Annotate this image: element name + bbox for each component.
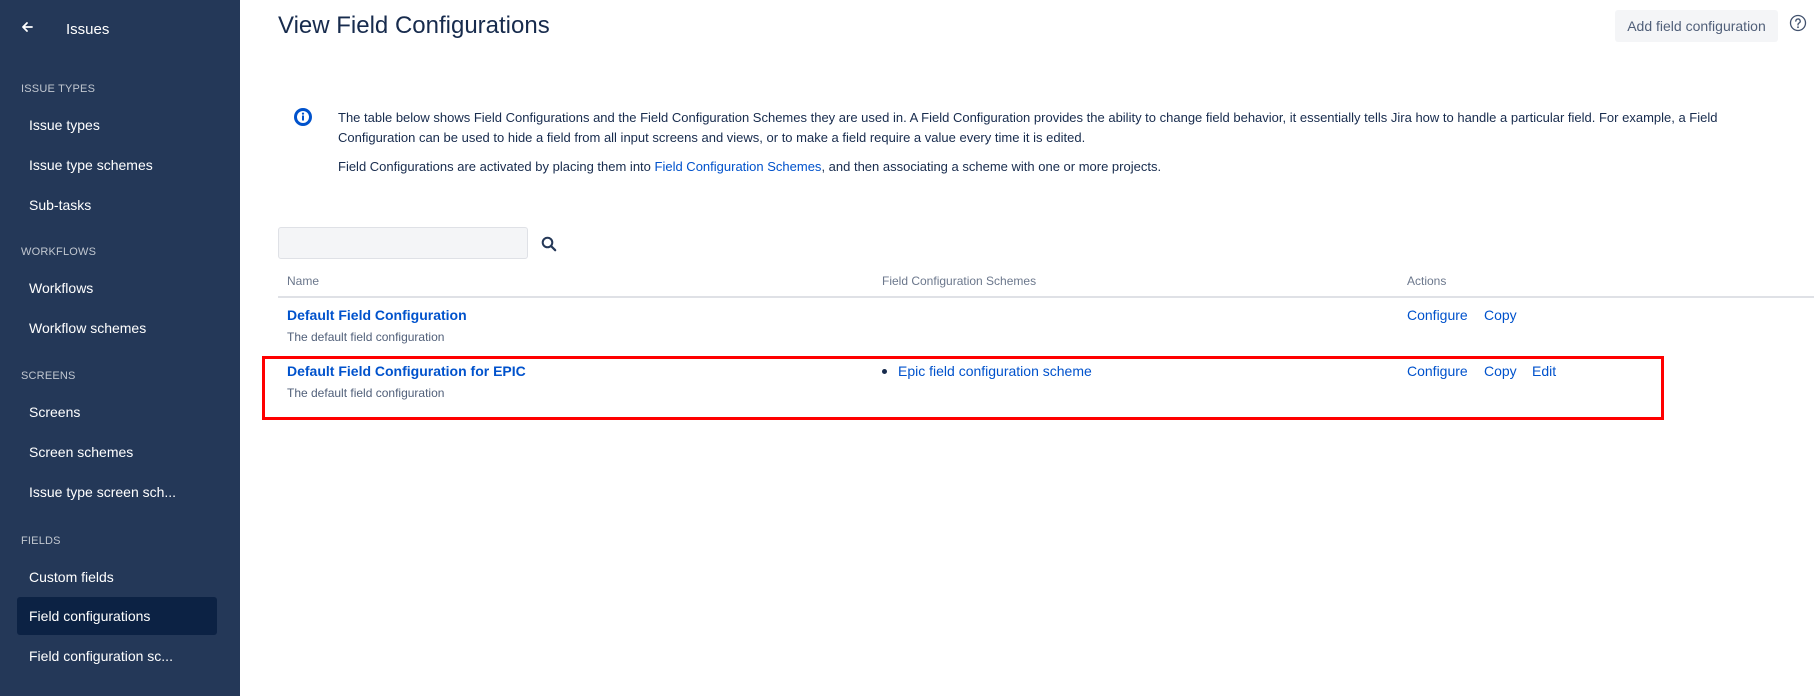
back-button[interactable]: Issues bbox=[20, 14, 109, 44]
help-icon[interactable] bbox=[1789, 14, 1807, 32]
column-header-actions: Actions bbox=[1407, 274, 1447, 288]
sidebar-item-screens[interactable]: Screens bbox=[17, 393, 217, 431]
info-activation-text: Field Configurations are activated by pl… bbox=[338, 157, 1161, 177]
sidebar-item-screen-schemes[interactable]: Screen schemes bbox=[17, 433, 217, 471]
search-icon[interactable] bbox=[541, 236, 557, 252]
sidebar-item-issue-type-screen-schemes[interactable]: Issue type screen sch... bbox=[17, 473, 217, 511]
info-icon bbox=[293, 107, 313, 127]
sidebar-item-sub-tasks[interactable]: Sub-tasks bbox=[17, 186, 217, 224]
row-description: The default field configuration bbox=[287, 330, 445, 344]
add-field-configuration-button[interactable]: Add field configuration bbox=[1615, 10, 1778, 42]
info-description: The table below shows Field Configuratio… bbox=[338, 110, 1718, 145]
info-activation-after: , and then associating a scheme with one… bbox=[821, 159, 1162, 174]
sidebar-item-workflows[interactable]: Workflows bbox=[17, 269, 217, 307]
sidebar-item-issue-types[interactable]: Issue types bbox=[17, 106, 217, 144]
section-title-workflows: WORKFLOWS bbox=[21, 246, 97, 258]
row-name-link[interactable]: Default Field Configuration bbox=[287, 307, 467, 323]
sidebar-item-custom-fields[interactable]: Custom fields bbox=[17, 558, 217, 596]
info-activation-before: Field Configurations are activated by pl… bbox=[338, 159, 655, 174]
arrow-left-icon bbox=[20, 20, 46, 39]
back-label: Issues bbox=[66, 20, 110, 38]
sidebar-item-field-configurations[interactable]: Field configurations bbox=[17, 597, 217, 635]
sidebar-item-issue-type-schemes[interactable]: Issue type schemes bbox=[17, 146, 217, 184]
configure-link[interactable]: Configure bbox=[1407, 307, 1468, 323]
section-title-screens: SCREENS bbox=[21, 370, 76, 382]
highlight-box bbox=[262, 356, 1664, 420]
copy-link[interactable]: Copy bbox=[1484, 307, 1517, 323]
column-header-name: Name bbox=[287, 274, 320, 288]
sidebar-item-field-configuration-schemes[interactable]: Field configuration sc... bbox=[17, 637, 217, 675]
column-header-schemes: Field Configuration Schemes bbox=[882, 274, 1037, 288]
page-title: View Field Configurations bbox=[278, 12, 550, 39]
search-input[interactable] bbox=[278, 227, 528, 259]
section-title-issue-types: ISSUE TYPES bbox=[21, 83, 96, 95]
field-configuration-schemes-link[interactable]: Field Configuration Schemes bbox=[655, 159, 822, 174]
section-title-fields: FIELDS bbox=[21, 535, 61, 547]
sidebar-item-workflow-schemes[interactable]: Workflow schemes bbox=[17, 309, 217, 347]
sidebar: Issues ISSUE TYPES Issue types Issue typ… bbox=[0, 0, 240, 696]
table-header-divider bbox=[278, 296, 1814, 298]
